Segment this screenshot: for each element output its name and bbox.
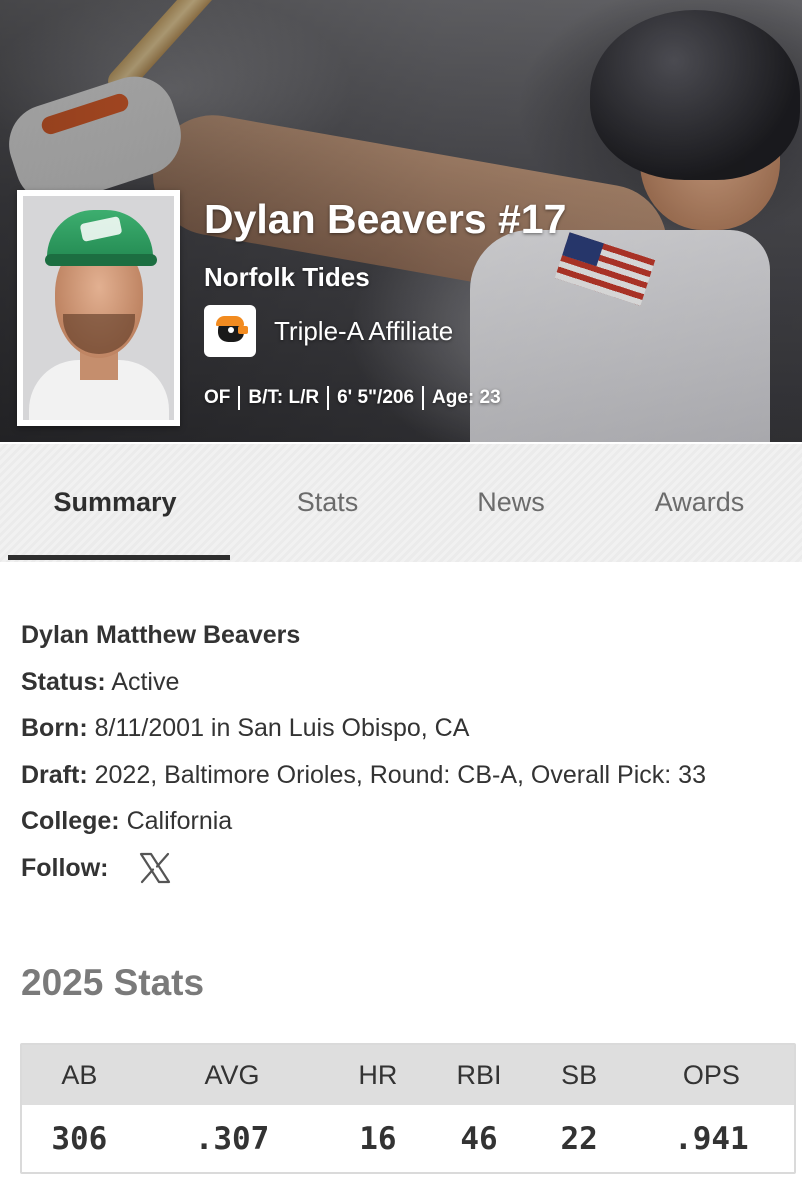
- tab-awards[interactable]: Awards: [597, 444, 802, 560]
- stats-header-ab: AB: [61, 1059, 98, 1090]
- college-label: College:: [21, 807, 120, 835]
- tab-summary[interactable]: Summary: [0, 444, 230, 560]
- stats-value-hr: 16: [359, 1120, 397, 1157]
- status-value: Active: [111, 667, 180, 696]
- age-label: Age: 23: [432, 387, 501, 408]
- stats-section-title: 2025 Stats: [21, 962, 205, 1003]
- born-row: Born: 8/11/2001 in San Luis Obispo, CA: [21, 705, 791, 752]
- stats-table-row: 306 .307 16 46 22 .941: [22, 1105, 794, 1172]
- college-value: California: [126, 807, 233, 835]
- bio-divider: [422, 386, 425, 410]
- draft-value: 2022, Baltimore Orioles, Round: CB-A, Ov…: [94, 760, 706, 789]
- player-details: Dylan Matthew Beavers Status: Active Bor…: [21, 612, 791, 891]
- stats-header-ops: OPS: [682, 1059, 740, 1090]
- x-logo-icon[interactable]: [138, 851, 172, 885]
- orioles-logo-icon: [204, 305, 256, 357]
- born-label: Born:: [21, 714, 88, 742]
- follow-label: Follow:: [21, 853, 109, 882]
- stats-header-rbi: RBI: [456, 1059, 502, 1090]
- draft-row: Draft: 2022, Baltimore Orioles, Round: C…: [21, 752, 791, 799]
- born-value: 8/11/2001 in San Luis Obispo, CA: [94, 714, 470, 742]
- stats-value-ab: 306: [51, 1120, 108, 1157]
- stats-table-header: AB AVG HR RBI SB OPS: [22, 1045, 794, 1105]
- full-name: Dylan Matthew Beavers: [21, 621, 301, 649]
- stats-value-rbi: 46: [460, 1120, 498, 1157]
- stats-header-avg: AVG: [204, 1059, 260, 1090]
- stats-value-ops: .941: [674, 1120, 749, 1157]
- player-headshot: [17, 190, 180, 426]
- stats-header-hr: HR: [358, 1059, 398, 1090]
- stats-header-sb: SB: [561, 1059, 598, 1090]
- affiliate-label: Triple-A Affiliate: [274, 316, 454, 346]
- stats-value-sb: 22: [560, 1120, 598, 1157]
- bio-divider: [327, 386, 330, 410]
- status-row: Status: Active: [21, 659, 791, 706]
- player-name-number: Dylan Beavers #17: [204, 196, 567, 242]
- profile-tabs: Summary Stats News Awards: [0, 444, 802, 562]
- position-label: OF: [204, 387, 231, 408]
- height-weight-label: 6' 5"/206: [337, 387, 415, 408]
- draft-label: Draft:: [21, 760, 88, 789]
- tab-news[interactable]: News: [425, 444, 597, 560]
- stats-table: AB AVG HR RBI SB OPS 306 .307 16 46 22 .…: [20, 1043, 796, 1174]
- follow-row: Follow:: [21, 845, 791, 892]
- team-name-link[interactable]: Norfolk Tides: [204, 262, 370, 293]
- player-bio-line: OF B/T: L/R 6' 5"/206 Age: 23: [204, 386, 501, 410]
- status-label: Status:: [21, 667, 106, 696]
- player-hero-banner: Dylan Beavers #17 Norfolk Tides Triple-A…: [0, 0, 802, 442]
- stats-value-avg: .307: [194, 1120, 270, 1157]
- bats-throws-label: B/T: L/R: [248, 387, 320, 408]
- bio-divider: [238, 386, 241, 410]
- college-row: College: California: [21, 798, 791, 845]
- tab-stats[interactable]: Stats: [230, 444, 425, 560]
